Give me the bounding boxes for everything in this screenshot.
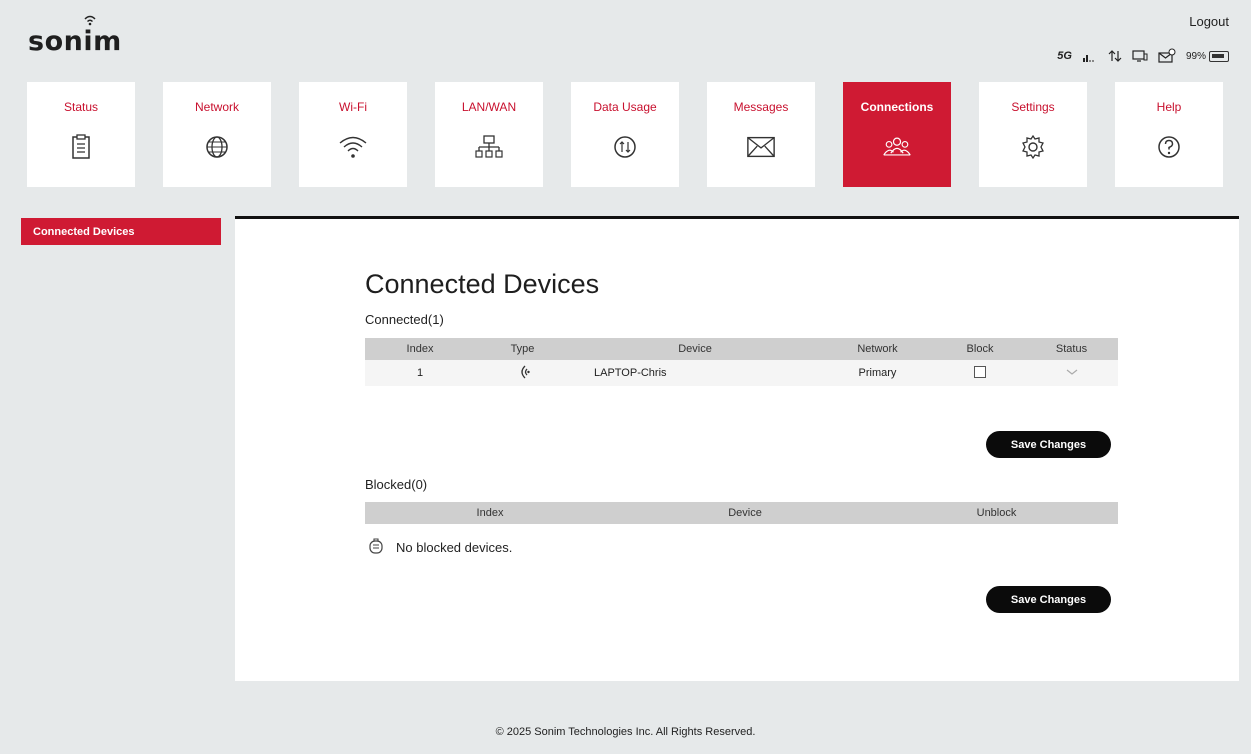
- blocked-heading: Blocked(0): [365, 477, 428, 492]
- nav-tile-wifi[interactable]: Wi-Fi: [299, 82, 407, 187]
- nav-tile-messages[interactable]: Messages: [707, 82, 815, 187]
- nav-tile-lanwan[interactable]: LAN/WAN: [435, 82, 543, 187]
- nav-label-data-usage: Data Usage: [593, 100, 657, 114]
- footer-copyright: © 2025 Sonim Technologies Inc. All Right…: [495, 726, 756, 738]
- sidebar-item-connected-devices[interactable]: Connected Devices: [21, 218, 221, 245]
- col-device: Device: [615, 502, 875, 524]
- nav-tile-status[interactable]: Status: [27, 82, 135, 187]
- data-transfer-icon: [1108, 49, 1122, 63]
- save-changes-button-blocked[interactable]: Save Changes: [986, 586, 1111, 613]
- info-icon: [368, 537, 384, 558]
- col-type: Type: [475, 338, 570, 360]
- page-title: Connected Devices: [365, 269, 600, 299]
- table-header-row: Index Type Device Network Block Status: [365, 338, 1118, 360]
- nav-label-network: Network: [194, 100, 239, 114]
- col-status: Status: [1025, 338, 1118, 360]
- nav-tile-help[interactable]: Help: [1115, 82, 1223, 187]
- empty-state: No blocked devices.: [368, 537, 512, 558]
- save-changes-button[interactable]: Save Changes: [986, 431, 1111, 458]
- help-icon: [1154, 132, 1184, 162]
- connected-device-icon: [1132, 49, 1148, 63]
- connected-devices-table: Index Type Device Network Block Status 1…: [365, 338, 1118, 386]
- blocked-devices-table: Index Device Unblock: [365, 502, 1118, 524]
- nav-label-settings: Settings: [1011, 100, 1055, 114]
- main-nav: Status Network Wi-Fi LAN/WAN Data Usage …: [27, 82, 1223, 187]
- data-usage-icon: [610, 132, 640, 162]
- table-row: 1 LAPTOP-Chris Primary: [365, 360, 1118, 386]
- message-icon[interactable]: [1158, 48, 1176, 64]
- envelope-icon: [746, 132, 776, 162]
- nav-label-lanwan: LAN/WAN: [461, 100, 517, 114]
- col-device: Device: [570, 338, 820, 360]
- network-tree-icon: [474, 132, 504, 162]
- empty-state-text: No blocked devices.: [396, 540, 513, 555]
- nav-label-help: Help: [1156, 100, 1182, 114]
- brand-name: sonim: [28, 26, 122, 57]
- nav-label-status: Status: [63, 100, 99, 114]
- table-header-row: Index Device Unblock: [365, 502, 1118, 524]
- globe-icon: [202, 132, 232, 162]
- battery-icon: [1209, 50, 1229, 62]
- connected-heading: Connected(1): [365, 312, 444, 327]
- battery-indicator: 99%: [1185, 50, 1229, 62]
- nav-label-messages: Messages: [733, 100, 789, 114]
- nav-tile-network[interactable]: Network: [163, 82, 271, 187]
- col-unblock: Unblock: [875, 502, 1118, 524]
- gear-icon: [1018, 132, 1048, 162]
- col-index: Index: [365, 338, 475, 360]
- main-panel: Connected Devices Connected(1) Index Typ…: [235, 216, 1239, 681]
- signal-icon: [1082, 50, 1098, 62]
- nav-label-connections: Connections: [860, 100, 934, 114]
- cell-device: LAPTOP-Chris: [570, 360, 820, 386]
- nav-tile-data-usage[interactable]: Data Usage: [571, 82, 679, 187]
- wifi-device-icon: [516, 365, 530, 382]
- col-block: Block: [935, 338, 1025, 360]
- nav-tile-connections[interactable]: Connections: [843, 82, 951, 187]
- network-type-label: 5G: [1057, 50, 1072, 62]
- cell-status: [1025, 360, 1118, 386]
- col-index: Index: [365, 502, 615, 524]
- cell-block: [935, 360, 1025, 386]
- cell-network: Primary: [820, 360, 935, 386]
- cell-type: [475, 360, 570, 386]
- logo-wifi-icon: [84, 15, 96, 26]
- chevron-down-icon[interactable]: [1066, 367, 1078, 379]
- wifi-icon: [338, 132, 368, 162]
- status-bar: 5G 99%: [1057, 48, 1229, 64]
- nav-tile-settings[interactable]: Settings: [979, 82, 1087, 187]
- logout-link[interactable]: Logout: [1189, 14, 1229, 29]
- brand-logo: sonim: [28, 15, 122, 57]
- block-checkbox[interactable]: [974, 365, 986, 378]
- battery-level: 99%: [1185, 50, 1206, 62]
- col-network: Network: [820, 338, 935, 360]
- cell-index: 1: [365, 360, 475, 386]
- users-icon: [882, 132, 912, 162]
- status-clipboard-icon: [66, 132, 96, 162]
- nav-label-wifi: Wi-Fi: [339, 100, 367, 114]
